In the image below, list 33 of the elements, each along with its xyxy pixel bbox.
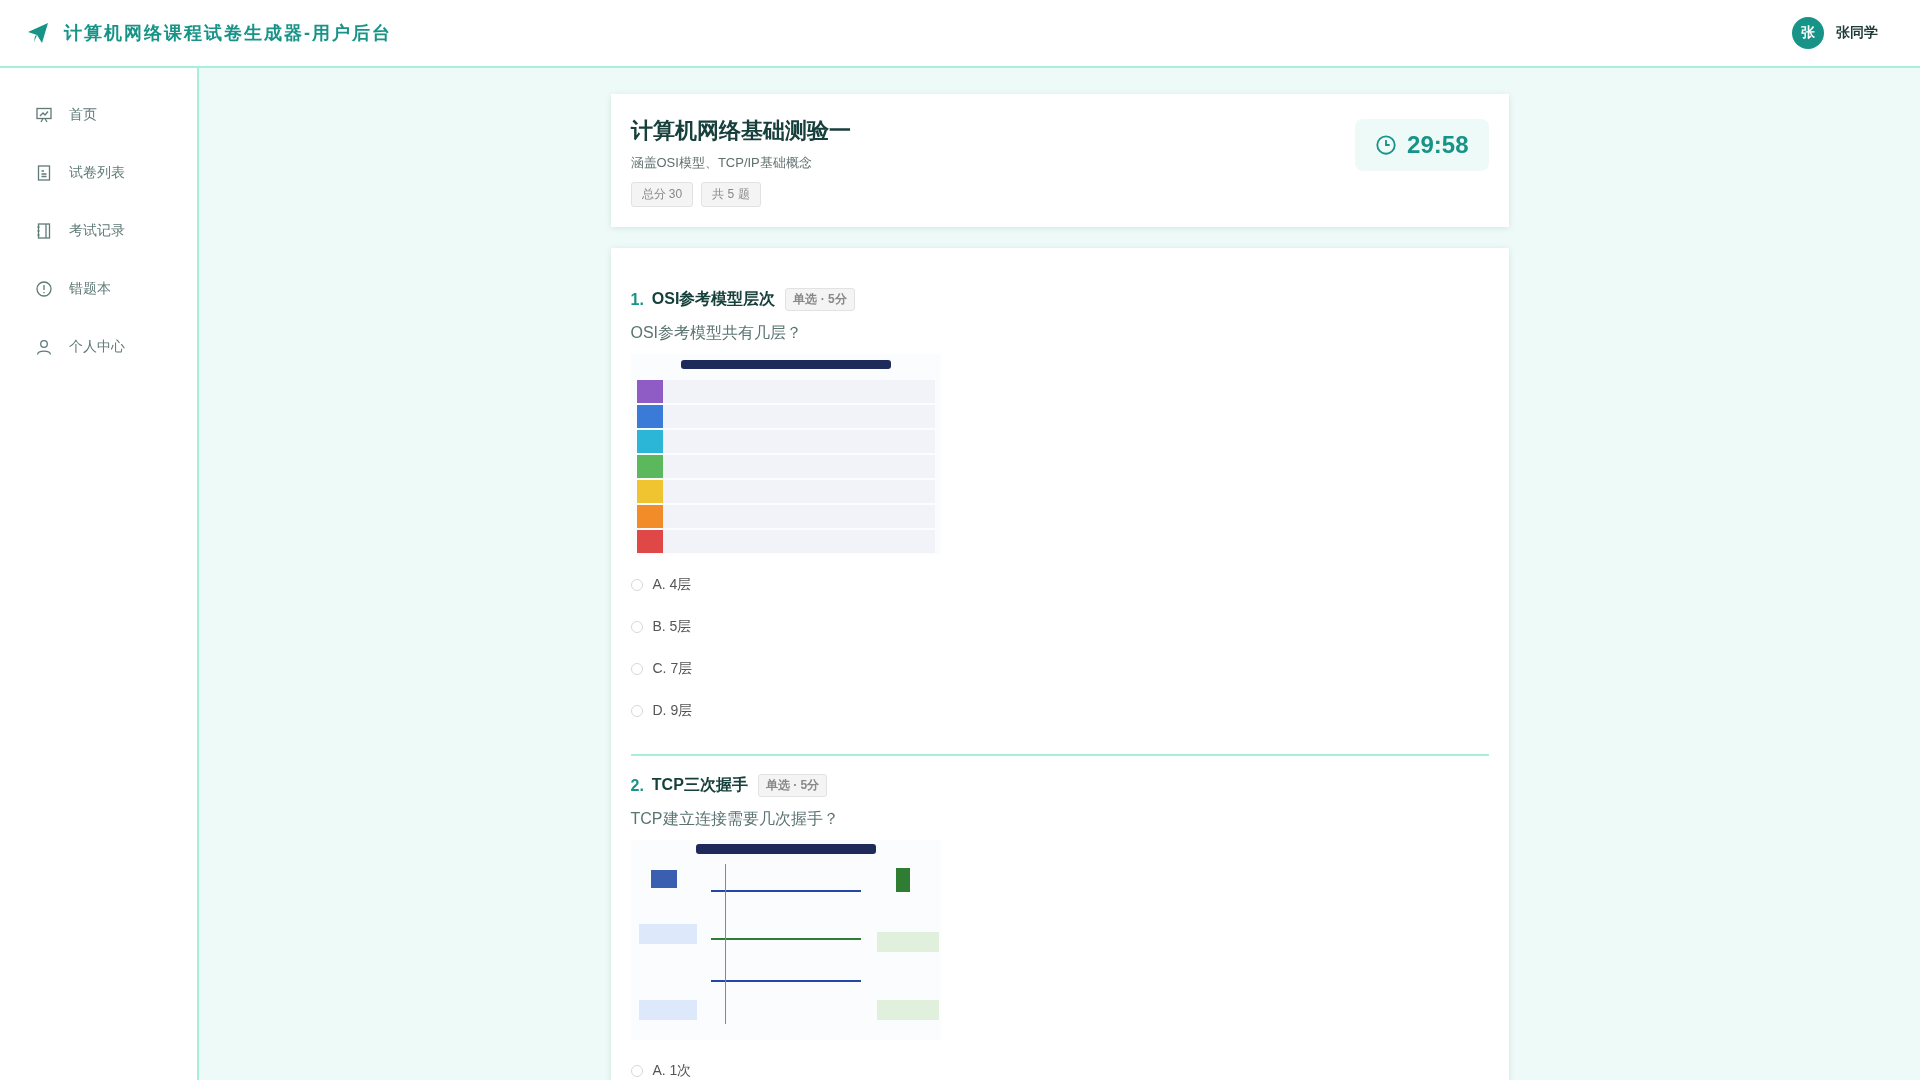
question-title: TCP三次握手: [651, 775, 748, 795]
question-number: 2.: [630, 776, 644, 795]
sidebar-item[interactable]: 错题本: [0, 260, 197, 318]
question-text: TCP建立连接需要几次握手？: [630, 809, 840, 829]
question-text: OSI参考模型共有几层？: [630, 323, 804, 343]
answer-option[interactable]: C. 7层: [630, 648, 1489, 690]
notebook-icon: [35, 222, 53, 240]
answer-option[interactable]: D. 9层: [630, 690, 1489, 732]
sidebar-item[interactable]: 首页: [0, 86, 197, 144]
info-tag: 总分 30: [630, 182, 694, 207]
exclamation-circle-icon: [35, 280, 53, 298]
question-title: OSI参考模型层次: [651, 289, 776, 309]
info-tag: 共 5 题: [701, 182, 761, 207]
app-title: 计算机网络课程试卷生成器-用户后台: [64, 22, 392, 45]
chart-board-icon: [35, 106, 53, 124]
user-icon: [35, 338, 53, 356]
sidebar-item[interactable]: 考试记录: [0, 202, 197, 260]
paper-plane-icon: [26, 21, 50, 45]
user-name[interactable]: 张同学: [1836, 24, 1878, 42]
exam-subtitle: 涵盖OSI模型、TCP/IP基础概念: [630, 154, 813, 172]
question-type-tag: 单选 · 5分: [785, 288, 855, 311]
question-number: 1.: [630, 290, 644, 309]
answer-option[interactable]: B. 5层: [630, 606, 1489, 648]
question-type-tag: 单选 · 5分: [757, 774, 828, 797]
user-avatar[interactable]: 张: [1792, 17, 1824, 49]
answer-option[interactable]: A. 4层: [630, 564, 1489, 606]
sidebar-item[interactable]: 个人中心: [0, 318, 197, 376]
clock-icon: [1375, 134, 1398, 156]
sidebar-item[interactable]: 试卷列表: [0, 144, 197, 202]
document-icon: [35, 164, 53, 182]
countdown-timer: 29:58: [1355, 119, 1489, 171]
answer-option[interactable]: A. 1次: [630, 1050, 1489, 1080]
exam-title: 计算机网络基础测验一: [630, 117, 851, 145]
